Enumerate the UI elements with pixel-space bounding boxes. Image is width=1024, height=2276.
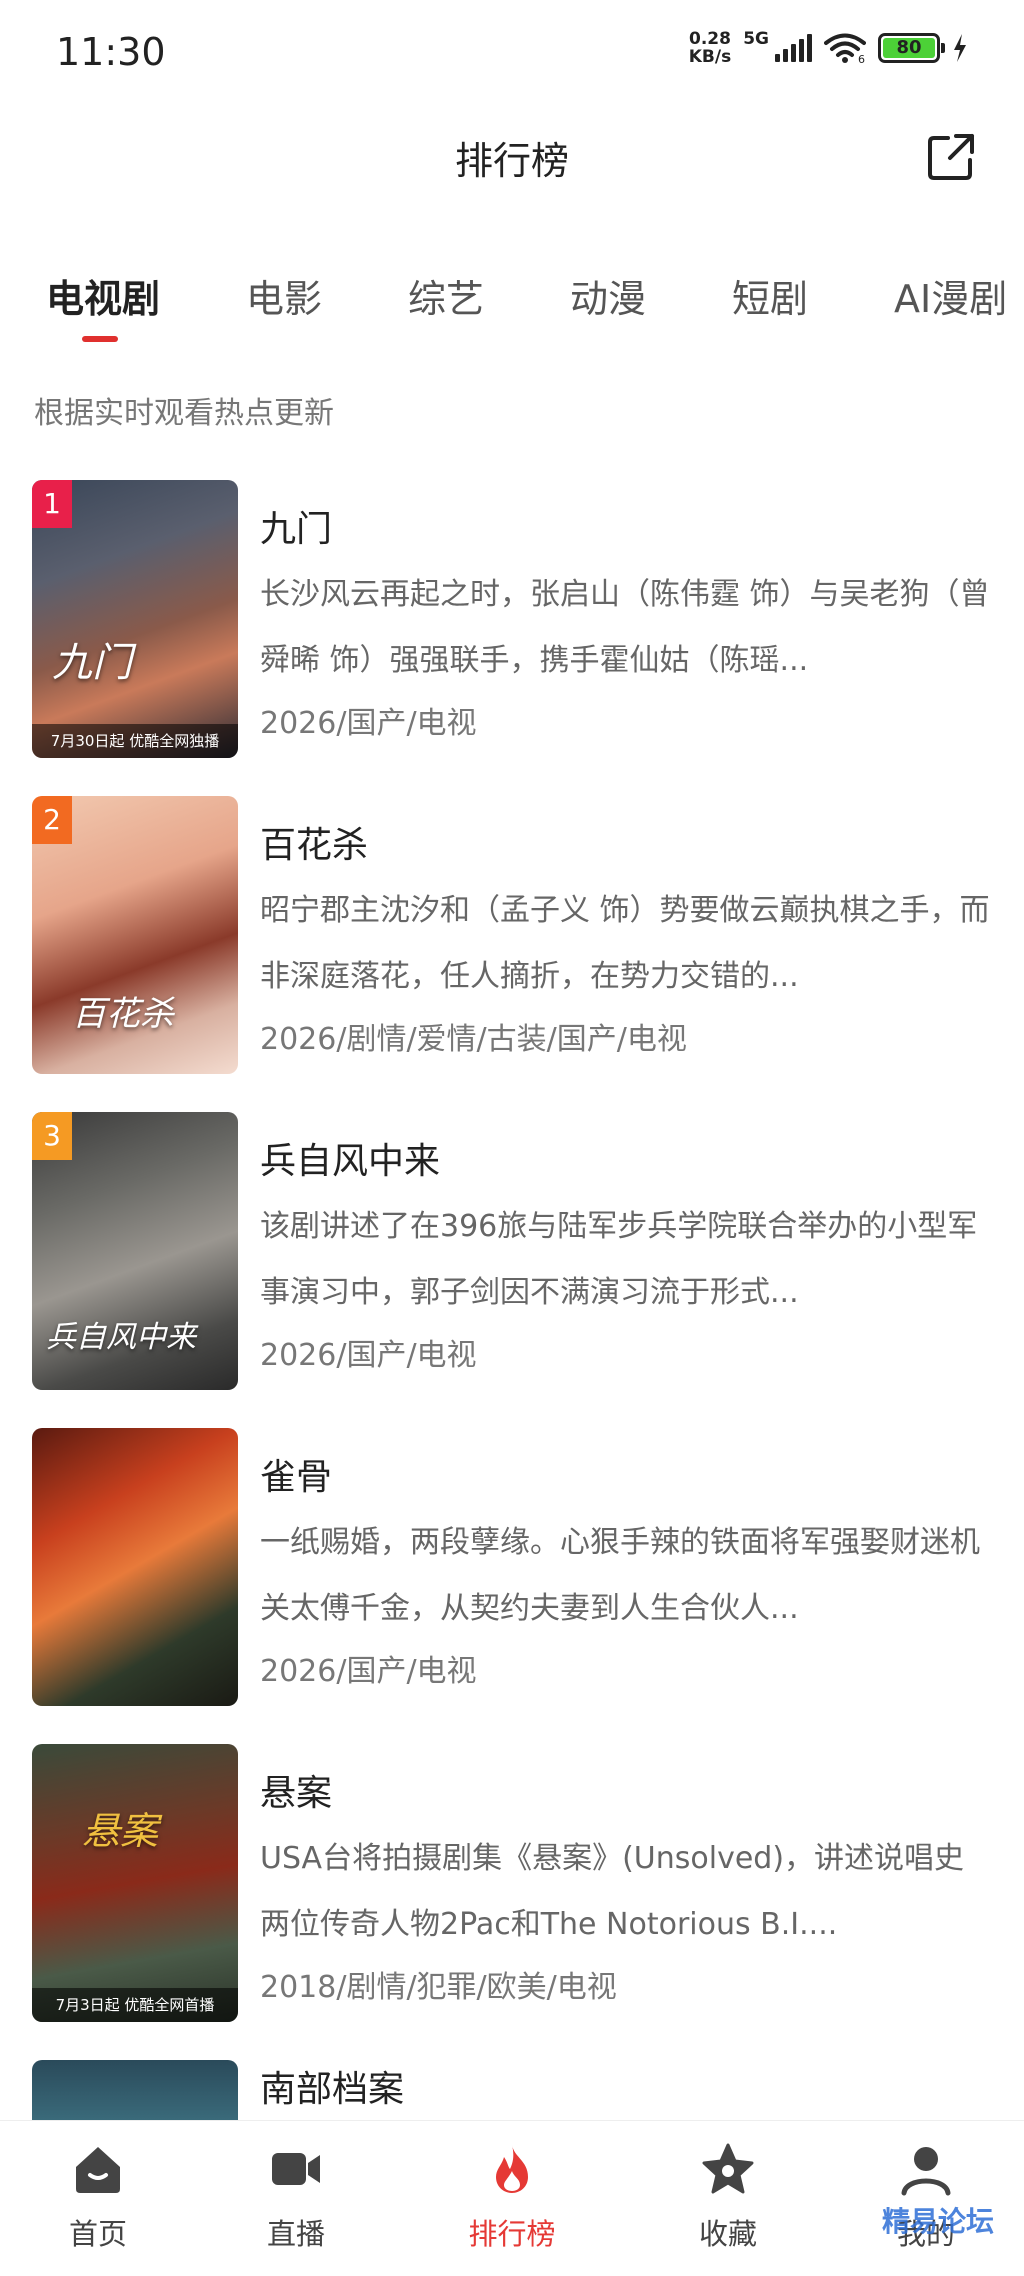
item-title[interactable]: 南部档案	[260, 2060, 404, 2112]
nav-ranking-label: 排行榜	[468, 2217, 556, 2251]
list-item[interactable]: 九门 7月30日起 优酷全网独播 1 九门 长沙风云再起之时，张启山（陈伟霆 饰…	[0, 480, 1024, 758]
item-meta: 2026/国产/电视	[260, 1338, 477, 1373]
poster-title-art: 百花杀	[72, 994, 174, 1034]
nav-home[interactable]: 首页	[18, 2141, 178, 2253]
tab-variety[interactable]: 综艺	[408, 268, 484, 323]
rank-badge: 2	[32, 796, 72, 844]
nav-home-label: 首页	[68, 2217, 127, 2251]
poster-image[interactable]	[32, 2060, 238, 2120]
net-speed-value: 0.28	[688, 29, 731, 49]
wifi-icon: 6	[824, 33, 866, 64]
item-meta: 2026/国产/电视	[260, 1654, 477, 1689]
user-icon	[901, 2147, 951, 2196]
poster-caption: 7月30日起 优酷全网独播	[32, 724, 238, 758]
status-bar: 11:30 0.28 KB/s 5G 6 80	[0, 0, 1024, 110]
net-speed: 0.28 KB/s	[689, 30, 731, 66]
net-speed-unit: KB/s	[688, 47, 732, 67]
item-meta: 2026/国产/电视	[260, 706, 477, 741]
item-description: USA台将拍摄剧集《悬案》(Unsolved)，讲述说唱史两位传奇人物2Pac和…	[260, 1841, 965, 1942]
poster-image[interactable]: 百花杀 2	[32, 796, 238, 1074]
item-description: 长沙风云再起之时，张启山（陈伟霆 饰）与吴老狗（曾舜晞 饰）强强联手，携手霍仙姑…	[260, 577, 990, 678]
nav-live[interactable]: 直播	[216, 2141, 376, 2253]
share-external-icon[interactable]	[926, 132, 976, 182]
poster-image[interactable]: 兵自风中来 3	[32, 1112, 238, 1390]
tab-short-drama[interactable]: 短剧	[732, 268, 808, 323]
star-icon	[702, 2143, 754, 2194]
rank-badge: 3	[32, 1112, 72, 1160]
poster-caption: 7月3日起 优酷全网首播	[32, 1988, 238, 2022]
item-title[interactable]: 雀骨	[260, 1448, 332, 1500]
nav-favorites[interactable]: 收藏	[648, 2141, 808, 2253]
list-item[interactable]: 百花杀 2 百花杀 昭宁郡主沈汐和（孟子义 饰）势要做云巅执棋之手，而非深庭落花…	[0, 796, 1024, 1074]
category-tabs: 电视剧 电影 综艺 动漫 短剧 AI漫剧	[0, 268, 1024, 348]
item-description: 一纸赐婚，两段孽缘。心狠手辣的铁面将军强娶财迷机关太傅千金，从契约夫妻到人生合伙…	[260, 1525, 980, 1626]
battery-level: 80	[883, 38, 935, 58]
list-item[interactable]: 兵自风中来 3 兵自风中来 该剧讲述了在396旅与陆军步兵学院联合举办的小型军事…	[0, 1112, 1024, 1390]
rank-badge: 1	[32, 480, 72, 528]
poster-title-art: 九门	[52, 640, 132, 686]
poster-image[interactable]	[32, 1428, 238, 1706]
list-item[interactable]: 悬案 7月3日起 优酷全网首播 悬案 USA台将拍摄剧集《悬案》(Unsolve…	[0, 1744, 1024, 2022]
item-title[interactable]: 悬案	[260, 1764, 332, 1816]
item-title[interactable]: 九门	[260, 500, 332, 552]
item-description: 该剧讲述了在396旅与陆军步兵学院联合举办的小型军事演习中，郭子剑因不满演习流于…	[260, 1209, 978, 1310]
item-title[interactable]: 百花杀	[260, 816, 368, 868]
battery-icon: 80	[878, 33, 945, 63]
poster-title-art: 悬案	[82, 1809, 159, 1853]
poster-title-art: 兵自风中来	[46, 1320, 196, 1355]
item-meta: 2018/剧情/犯罪/欧美/电视	[260, 1970, 617, 2005]
nav-live-label: 直播	[266, 2217, 325, 2251]
active-tab-indicator	[82, 336, 118, 342]
poster-image[interactable]: 九门 7月30日起 优酷全网独播 1	[32, 480, 238, 758]
ranking-subtitle: 根据实时观看热点更新	[34, 396, 334, 431]
tab-ai-comic[interactable]: AI漫剧	[894, 268, 1007, 323]
nav-ranking[interactable]: 排行榜	[432, 2141, 592, 2253]
flame-icon	[496, 2145, 528, 2193]
status-icons: 0.28 KB/s 5G 6 80	[689, 29, 968, 66]
tab-anime[interactable]: 动漫	[570, 268, 646, 323]
signal-icon	[775, 34, 812, 62]
watermark-logo: 精易论坛	[881, 2205, 994, 2238]
tab-movie[interactable]: 电影	[246, 268, 322, 323]
poster-image[interactable]: 悬案 7月3日起 优酷全网首播	[32, 1744, 238, 2022]
status-time: 11:30	[56, 30, 166, 74]
tab-tv-series[interactable]: 电视剧	[46, 268, 160, 323]
network-gen: 5G	[743, 29, 769, 49]
bottom-nav: 首页 直播 排行榜 收藏 我的	[0, 2120, 1024, 2276]
charging-icon	[954, 34, 966, 62]
item-title[interactable]: 兵自风中来	[260, 1132, 440, 1184]
item-description: 昭宁郡主沈汐和（孟子义 饰）势要做云巅执棋之手，而非深庭落花，任人摘折，在势力交…	[260, 893, 990, 994]
nav-favorites-label: 收藏	[698, 2217, 757, 2251]
video-camera-icon	[272, 2153, 320, 2185]
list-item[interactable]: 雀骨 一纸赐婚，两段孽缘。心狠手辣的铁面将军强娶财迷机关太傅千金，从契约夫妻到人…	[0, 1428, 1024, 1706]
wifi-sub: 6	[858, 53, 865, 64]
item-meta: 2026/剧情/爱情/古装/国产/电视	[260, 1022, 687, 1057]
home-icon	[76, 2147, 120, 2193]
page-title: 排行榜	[454, 139, 569, 183]
